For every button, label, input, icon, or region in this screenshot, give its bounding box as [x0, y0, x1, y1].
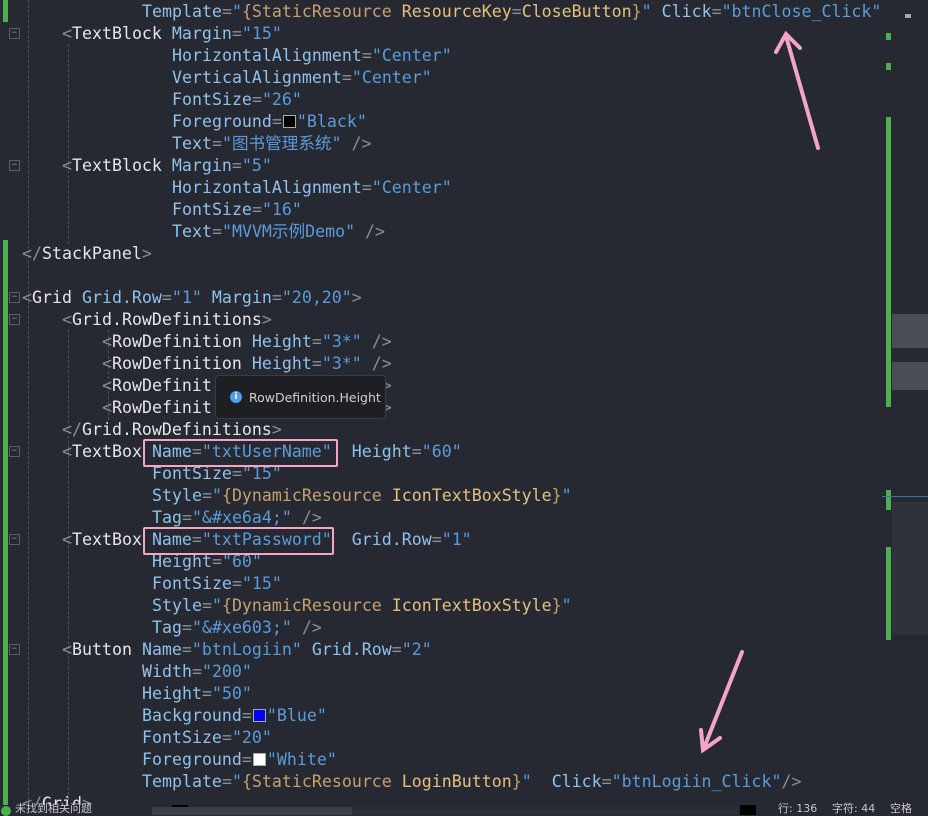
scrollbar-thumb[interactable]	[152, 807, 352, 815]
arrow-to-login-click	[702, 650, 744, 750]
info-icon: i	[230, 391, 242, 403]
minimap-region	[892, 362, 928, 390]
indent-mode[interactable]: 空格	[890, 802, 912, 816]
minimap-change	[886, 490, 891, 510]
annotation-arrows	[699, 30, 820, 754]
minimap-marker	[905, 14, 911, 18]
line-number[interactable]: 行: 136	[778, 802, 817, 816]
tooltip-text: RowDefinition.Height	[249, 389, 381, 405]
minimap-caret-line	[882, 496, 928, 497]
minimap-change	[886, 117, 891, 407]
minimap-viewport[interactable]	[892, 314, 928, 348]
tooltip: i RowDefinition.Height	[215, 375, 386, 419]
char-number[interactable]: 字符: 44	[832, 802, 875, 816]
minimap-change	[886, 547, 891, 640]
minimap-change	[886, 33, 891, 40]
scroll-right-arrow-icon[interactable]	[740, 805, 756, 815]
minimap-change	[886, 63, 891, 70]
issues-status[interactable]: 未找到相关问题	[15, 802, 92, 816]
minimap-region	[892, 502, 928, 635]
status-bar: 未找到相关问题 行: 136 字符: 44 空格	[0, 802, 928, 816]
minimap[interactable]	[882, 0, 928, 805]
arrow-to-close-click	[784, 34, 820, 150]
